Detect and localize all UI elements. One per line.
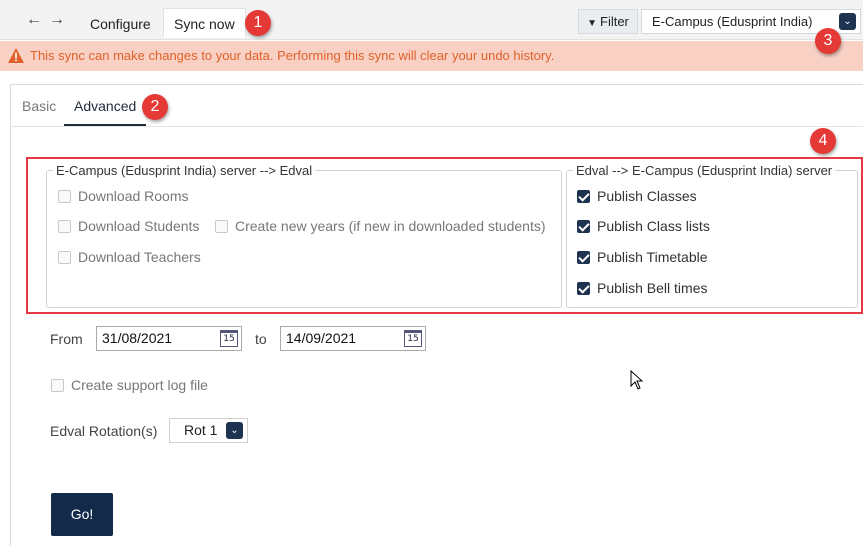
checkbox-box xyxy=(58,220,71,233)
download-rooms-checkbox[interactable]: Download Rooms xyxy=(58,188,189,204)
checkbox-label: Publish Class lists xyxy=(597,218,710,234)
checkbox-box xyxy=(51,379,64,392)
callout-badge-1: 1 xyxy=(245,10,271,36)
subtab-divider xyxy=(11,126,863,127)
warning-text: This sync can make changes to your data.… xyxy=(30,48,555,63)
filter-button[interactable]: ▼ Filter xyxy=(578,9,638,34)
calendar-icon[interactable]: 15 xyxy=(220,330,238,347)
calendar-icon[interactable]: 15 xyxy=(404,330,422,347)
download-group-legend: E-Campus (Edusprint India) server --> Ed… xyxy=(56,163,313,178)
checkbox-label: Download Students xyxy=(78,218,200,234)
callout-badge-2: 2 xyxy=(142,94,168,120)
connection-select-value: E-Campus (Edusprint India) xyxy=(652,14,813,29)
to-date-value: 14/09/2021 xyxy=(286,330,357,346)
to-label: to xyxy=(255,331,267,347)
publish-classes-checkbox[interactable]: Publish Classes xyxy=(577,188,697,204)
rotation-label: Edval Rotation(s) xyxy=(50,423,158,439)
checkbox-box xyxy=(577,190,590,203)
from-date-input[interactable]: 31/08/2021 15 xyxy=(96,326,242,351)
tab-sync-now[interactable]: Sync now xyxy=(163,8,246,38)
download-group: E-Campus (Edusprint India) server --> Ed… xyxy=(46,163,562,308)
main-panel xyxy=(10,84,863,546)
checkbox-label: Create new years (if new in downloaded s… xyxy=(235,218,546,234)
go-button[interactable]: Go! xyxy=(51,493,113,536)
checkbox-label: Download Teachers xyxy=(78,249,201,265)
download-students-checkbox[interactable]: Download Students xyxy=(58,218,199,234)
chevron-down-icon: ⌄ xyxy=(226,422,243,439)
rotation-select[interactable]: Rot 1 ⌄ xyxy=(169,418,248,443)
publish-group-legend: Edval --> E-Campus (Edusprint India) ser… xyxy=(576,163,833,178)
support-log-checkbox[interactable]: Create support log file xyxy=(51,377,208,393)
download-teachers-checkbox[interactable]: Download Teachers xyxy=(58,249,201,265)
forward-arrow-icon[interactable]: → xyxy=(49,12,65,28)
checkbox-label: Publish Bell times xyxy=(597,280,708,296)
checkbox-label: Publish Classes xyxy=(597,188,697,204)
checkbox-box xyxy=(58,190,71,203)
to-date-input[interactable]: 14/09/2021 15 xyxy=(280,326,426,351)
checkbox-box xyxy=(577,251,590,264)
warning-banner: This sync can make changes to your data.… xyxy=(0,41,863,71)
publish-timetable-checkbox[interactable]: Publish Timetable xyxy=(577,249,708,265)
create-new-years-checkbox[interactable]: Create new years (if new in downloaded s… xyxy=(215,218,546,234)
callout-badge-4: 4 xyxy=(810,128,836,154)
subtab-advanced[interactable]: Advanced xyxy=(74,98,136,114)
publish-class-lists-checkbox[interactable]: Publish Class lists xyxy=(577,218,710,234)
warning-triangle-icon xyxy=(8,48,24,63)
subtab-active-indicator xyxy=(64,124,146,126)
checkbox-box xyxy=(215,220,228,233)
callout-badge-3: 3 xyxy=(815,28,841,54)
from-date-value: 31/08/2021 xyxy=(102,330,173,346)
checkbox-label: Publish Timetable xyxy=(597,249,708,265)
top-toolbar: ← → Configure Sync now ▼ Filter E-Campus … xyxy=(0,0,863,40)
checkbox-label: Download Rooms xyxy=(78,188,189,204)
funnel-icon: ▼ xyxy=(587,18,597,29)
checkbox-box xyxy=(577,220,590,233)
checkbox-box xyxy=(577,282,590,295)
checkbox-box xyxy=(58,251,71,264)
back-arrow-icon[interactable]: ← xyxy=(26,12,42,28)
subtab-basic[interactable]: Basic xyxy=(22,98,56,114)
chevron-down-icon: ⌄ xyxy=(839,13,856,30)
rotation-select-value: Rot 1 xyxy=(184,422,218,438)
tab-configure[interactable]: Configure xyxy=(79,8,162,38)
from-label: From xyxy=(50,331,83,347)
mouse-cursor-icon xyxy=(630,370,644,390)
filter-label: Filter xyxy=(600,14,629,29)
publish-bell-times-checkbox[interactable]: Publish Bell times xyxy=(577,280,708,296)
checkbox-label: Create support log file xyxy=(71,377,208,393)
